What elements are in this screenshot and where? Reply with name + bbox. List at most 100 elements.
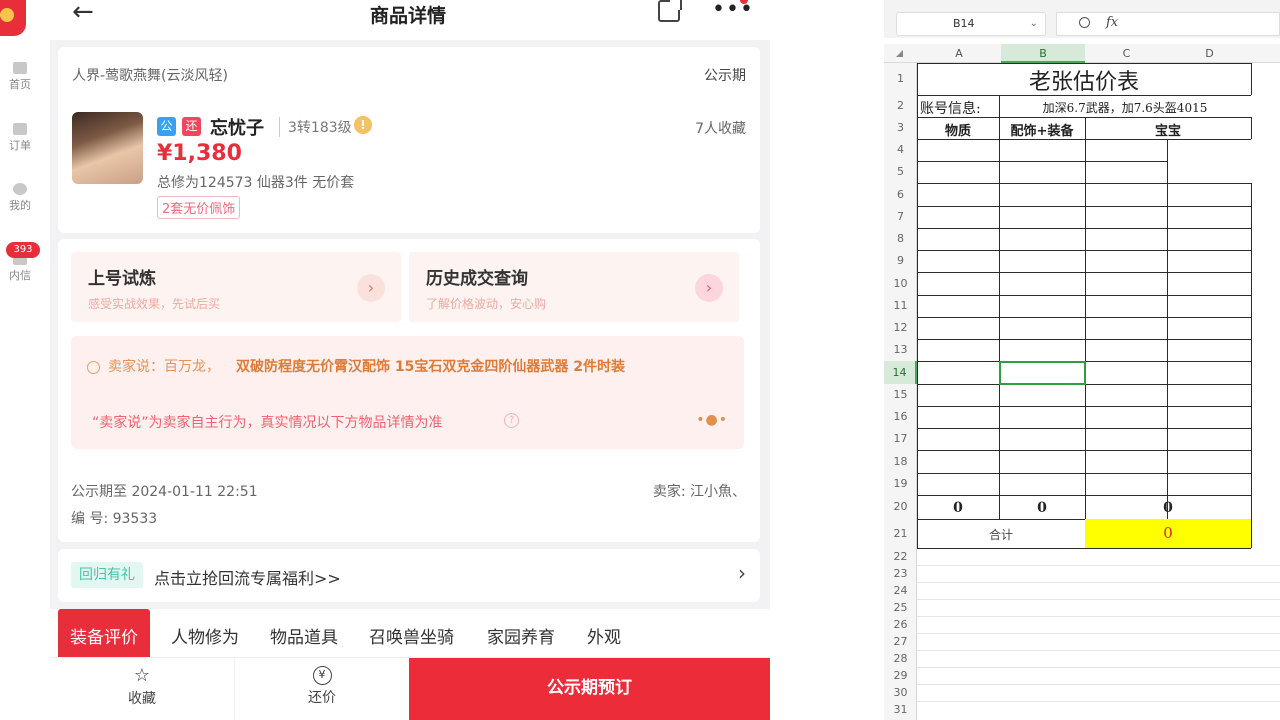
table-border-h <box>917 339 1251 340</box>
row-header-10[interactable]: 10 <box>884 272 917 295</box>
gridline <box>917 565 1280 566</box>
info-icon[interactable]: ! <box>354 116 372 134</box>
cell-reference-box[interactable]: B14 ⌄ <box>896 12 1046 36</box>
sidebar-item-home[interactable]: 首页 <box>0 62 40 92</box>
table-border-h <box>917 161 1167 162</box>
table-border-h <box>917 250 1251 251</box>
character-level: 3转183级 <box>279 117 352 137</box>
sum-gear: 0 <box>1037 500 1047 516</box>
select-all-icon[interactable] <box>896 50 903 57</box>
tab-character[interactable]: 人物修为 <box>171 609 239 657</box>
background-gap <box>770 0 884 720</box>
row-header-5[interactable]: 5 <box>884 161 917 183</box>
row-header-12[interactable]: 12 <box>884 317 917 339</box>
help-icon[interactable]: ? <box>504 413 519 428</box>
row-header-26[interactable]: 26 <box>884 616 917 633</box>
app-logo-icon[interactable] <box>0 0 26 36</box>
account-label: 账号信息: <box>920 101 981 117</box>
sidebar-item-label: 订单 <box>9 139 31 152</box>
more-options-icon[interactable]: ••• <box>712 0 754 21</box>
column-header-c[interactable]: C <box>1085 44 1168 63</box>
cell-reference: B14 <box>953 17 975 30</box>
home-icon <box>13 62 27 74</box>
row-header-31[interactable]: 31 <box>884 701 917 718</box>
favorite-button[interactable]: ☆ 收藏 <box>50 658 234 720</box>
row-header-28[interactable]: 28 <box>884 650 917 667</box>
column-header-b[interactable]: B <box>1001 44 1085 63</box>
row-header-4[interactable]: 4 <box>884 139 917 161</box>
row-header-20[interactable]: 20 <box>884 495 917 519</box>
row-header-3[interactable]: 3 <box>884 117 917 139</box>
row-header-7[interactable]: 7 <box>884 206 917 228</box>
expand-dots-icon[interactable]: •●• <box>696 412 728 428</box>
row-header-8[interactable]: 8 <box>884 228 917 250</box>
row-header-1[interactable]: 1 <box>884 63 917 95</box>
function-icon[interactable]: fx <box>1106 15 1118 30</box>
row-header-24[interactable]: 24 <box>884 582 917 599</box>
tab-home[interactable]: 家园养育 <box>487 609 555 657</box>
table-border-h <box>917 428 1251 429</box>
row-header-19[interactable]: 19 <box>884 473 917 495</box>
tab-appearance[interactable]: 外观 <box>587 609 621 657</box>
total-value: 0 <box>1163 524 1173 542</box>
row-header-30[interactable]: 30 <box>884 684 917 701</box>
sidebar-item-label: 内信 <box>9 269 31 282</box>
seller-name[interactable]: 卖家: 江小魚、 <box>653 481 746 501</box>
row-header-9[interactable]: 9 <box>884 250 917 272</box>
header-material: 物质 <box>944 124 971 139</box>
row-header-29[interactable]: 29 <box>884 667 917 684</box>
formula-input[interactable]: fx <box>1056 12 1280 36</box>
bargain-label: 还价 <box>308 690 336 706</box>
sidebar-item-orders[interactable]: 订单 <box>0 123 40 153</box>
column-header-a[interactable]: A <box>917 44 1001 63</box>
gridline <box>917 667 1280 668</box>
column-header-d[interactable]: D <box>1168 44 1251 63</box>
selected-cell[interactable] <box>999 361 1086 385</box>
character-name: 忘忧子 <box>210 118 264 139</box>
row-header-27[interactable]: 27 <box>884 633 917 650</box>
table-border-h <box>917 228 1251 229</box>
chevron-right-icon: › <box>695 274 723 302</box>
tile-title: 历史成交查询 <box>426 269 528 289</box>
attributes-summary: 总修为124573 仙器3件 无价套 <box>157 175 355 191</box>
row-header-15[interactable]: 15 <box>884 384 917 406</box>
row-header-6[interactable]: 6 <box>884 183 917 206</box>
row-header-13[interactable]: 13 <box>884 339 917 361</box>
public-tag-icon: 公 <box>157 117 176 136</box>
row-header-18[interactable]: 18 <box>884 450 917 473</box>
reserve-button[interactable]: 公示期预订 <box>409 658 770 720</box>
row-header-2[interactable]: 2 <box>884 95 917 117</box>
table-border-v <box>1251 183 1252 548</box>
cell-grid[interactable]: 老张估价表 账号信息: 加深6.7武器，加7.6头盔4015 物质 配饰+装备 … <box>917 63 1280 720</box>
tab-items[interactable]: 物品道具 <box>270 609 338 657</box>
history-tile[interactable]: 历史成交查询 了解价格波动，安心购 › <box>409 252 739 322</box>
period-label: 公示期 <box>704 68 746 84</box>
gridline <box>917 684 1280 685</box>
row-header-23[interactable]: 23 <box>884 565 917 582</box>
tile-subtitle: 了解价格波动，安心购 <box>426 297 547 311</box>
row-header-25[interactable]: 25 <box>884 599 917 616</box>
bargain-button[interactable]: ¥ 还价 <box>234 658 409 720</box>
table-border-h <box>917 548 1251 549</box>
zoom-icon[interactable] <box>1079 17 1090 28</box>
row-header-17[interactable]: 17 <box>884 428 917 450</box>
chevron-down-icon[interactable]: ⌄ <box>1030 13 1038 35</box>
trial-tile[interactable]: 上号试炼 感受实战效果，先试后买 › <box>71 252 401 322</box>
tab-pets-mounts[interactable]: 召唤兽坐骑 <box>369 609 454 657</box>
row-header-16[interactable]: 16 <box>884 406 917 428</box>
tab-equipment-review[interactable]: 装备评价 <box>58 609 150 657</box>
row-header-11[interactable]: 11 <box>884 295 917 317</box>
table-border-v <box>1251 117 1252 139</box>
character-avatar[interactable] <box>72 112 143 184</box>
table-border-h <box>917 295 1251 296</box>
share-icon[interactable] <box>658 0 682 22</box>
table-border-h <box>917 406 1251 407</box>
period-end: 公示期至 2024-01-11 22:51 <box>71 484 258 500</box>
table-border-v <box>1167 139 1168 519</box>
promo-banner[interactable]: 回归有礼 点击立抢回流专属福利>> › <box>58 549 760 602</box>
row-header-22[interactable]: 22 <box>884 548 917 565</box>
sidebar-item-mine[interactable]: 我的 <box>0 183 40 213</box>
bargain-tag-icon: 还 <box>182 117 201 136</box>
row-header-14[interactable]: 14 <box>884 361 917 384</box>
row-header-21[interactable]: 21 <box>884 519 917 548</box>
